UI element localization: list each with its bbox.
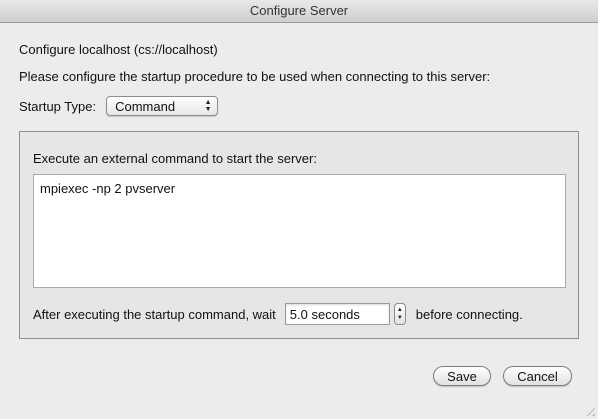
startup-type-row: Startup Type: Command ▲ ▼ bbox=[19, 95, 219, 117]
stepper-up-icon[interactable]: ▲ bbox=[397, 306, 403, 314]
updown-arrows-icon: ▲ ▼ bbox=[204, 99, 212, 113]
resize-grip-icon[interactable] bbox=[583, 404, 595, 416]
wait-seconds-stepper[interactable]: ▲ ▼ bbox=[393, 303, 406, 325]
startup-type-label: Startup Type: bbox=[19, 98, 97, 114]
wait-seconds-value: 5.0 seconds bbox=[289, 306, 360, 322]
wait-row: After executing the startup command, wai… bbox=[33, 303, 523, 325]
command-group-box: Execute an external command to start the… bbox=[19, 131, 579, 339]
stepper-down-icon[interactable]: ▼ bbox=[397, 314, 403, 322]
wait-seconds-input[interactable]: 5.0 seconds bbox=[284, 303, 390, 325]
startup-type-select[interactable]: Command ▲ ▼ bbox=[106, 96, 219, 116]
before-connecting-label: before connecting. bbox=[415, 306, 523, 322]
save-button[interactable]: Save bbox=[433, 366, 491, 386]
window-title: Configure Server bbox=[0, 0, 598, 23]
startup-type-value: Command bbox=[115, 98, 176, 114]
cancel-button[interactable]: Cancel bbox=[503, 366, 572, 386]
wait-label: After executing the startup command, wai… bbox=[33, 306, 276, 322]
instruction-text: Please configure the startup procedure t… bbox=[19, 69, 491, 84]
configure-server-dialog: Configure Server Configure localhost (cs… bbox=[0, 0, 598, 419]
command-group-label: Execute an external command to start the… bbox=[33, 151, 317, 166]
command-textarea[interactable]: mpiexec -np 2 pvserver bbox=[33, 174, 566, 288]
configure-host-label: Configure localhost (cs://localhost) bbox=[19, 42, 218, 57]
